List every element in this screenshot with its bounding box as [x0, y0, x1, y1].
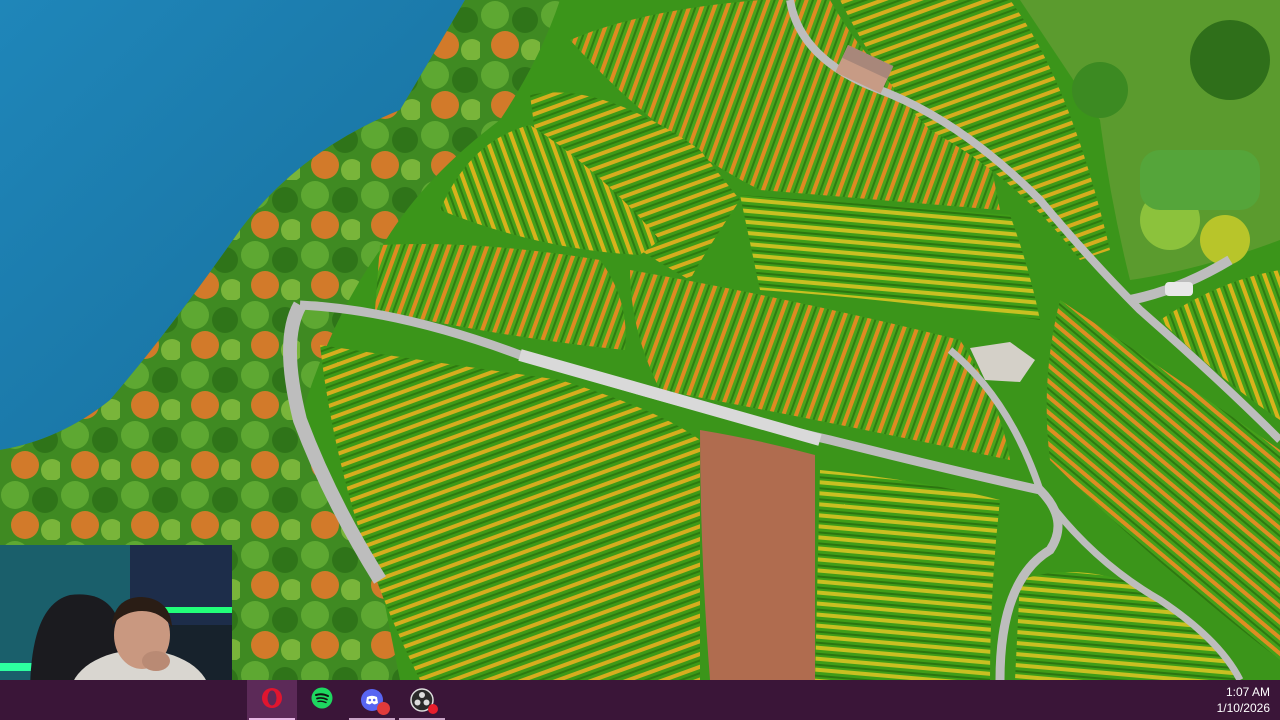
clock-date: 1/10/2026 — [1216, 701, 1270, 715]
spotify-icon — [311, 687, 333, 714]
taskbar-opera-button[interactable] — [247, 680, 297, 720]
recording-badge — [428, 704, 438, 714]
opera-icon — [261, 687, 283, 714]
taskbar-discord-button[interactable] — [347, 680, 397, 720]
obs-icon — [410, 688, 438, 714]
clock-time: 1:07 AM — [1225, 685, 1270, 699]
taskbar-spacer — [0, 680, 247, 720]
taskbar-obs-button[interactable] — [397, 680, 447, 720]
discord-icon — [360, 688, 390, 715]
taskbar-spotify-button[interactable] — [297, 680, 347, 720]
taskbar: 1:07 AM 1/10/2026 — [0, 680, 1280, 720]
system-clock[interactable]: 1:07 AM 1/10/2026 — [1217, 684, 1270, 716]
notification-badge — [377, 702, 390, 715]
